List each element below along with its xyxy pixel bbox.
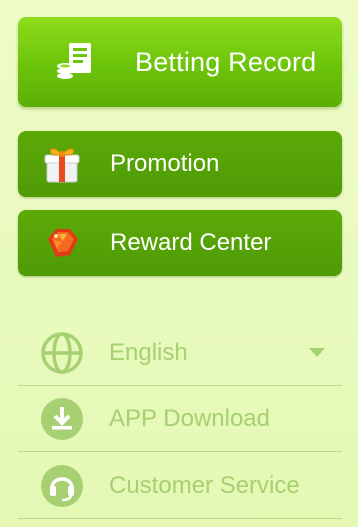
betting-record-button[interactable]: Betting Record (18, 17, 342, 107)
app-download-label: APP Download (109, 404, 270, 432)
download-icon (41, 397, 83, 440)
globe-icon (41, 331, 83, 374)
betting-record-icon (57, 43, 91, 79)
reward-center-button[interactable]: Reward Center (18, 210, 342, 276)
reward-center-label: Reward Center (110, 229, 272, 256)
language-selector[interactable]: English (18, 320, 342, 386)
language-label: English (109, 338, 188, 366)
betting-record-label: Betting Record (135, 46, 317, 77)
promotion-button[interactable]: Promotion (18, 131, 342, 197)
promotion-label: Promotion (110, 150, 220, 177)
app-download-item[interactable]: APP Download (18, 386, 342, 452)
customer-service-item[interactable]: Customer Service (18, 453, 342, 519)
headset-icon (41, 464, 83, 507)
gift-icon (44, 148, 80, 183)
gem-icon (48, 229, 78, 257)
customer-service-label: Customer Service (109, 471, 300, 499)
chevron-down-icon[interactable] (309, 348, 325, 357)
